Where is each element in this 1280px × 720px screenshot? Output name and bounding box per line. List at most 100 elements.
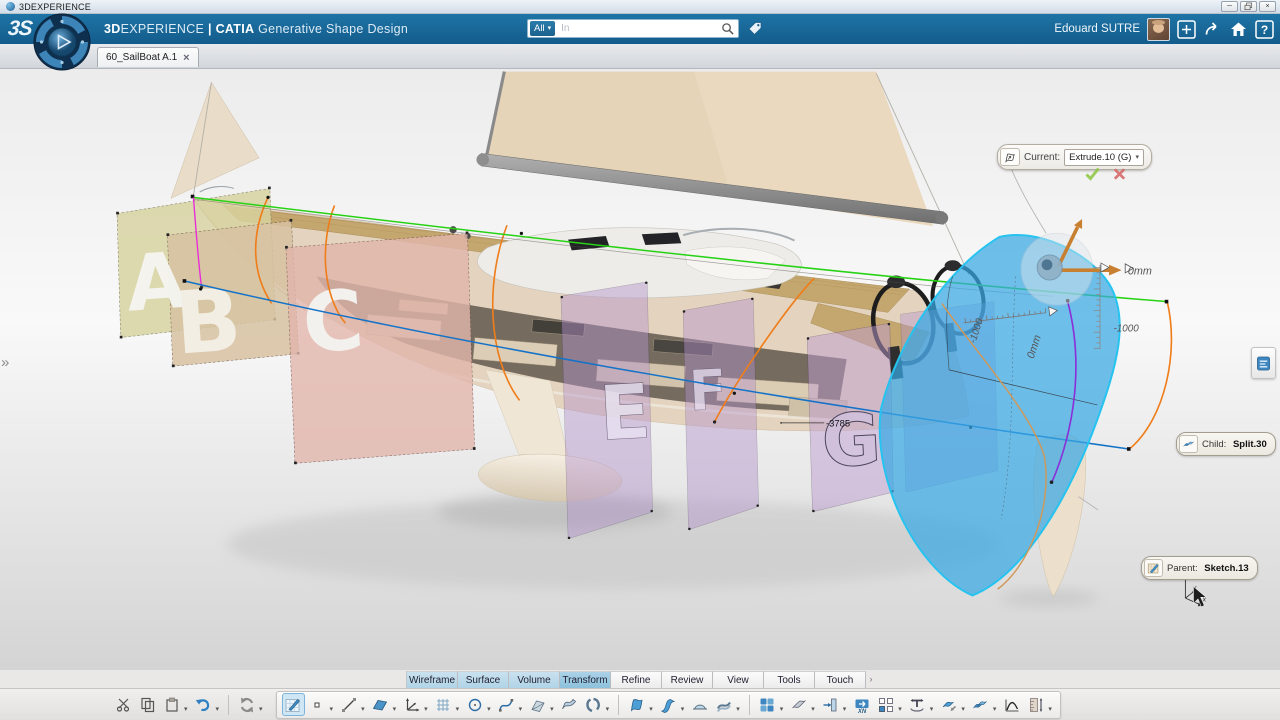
join-button[interactable] [969,693,992,716]
extrude-dropdown-caret[interactable]: ▾ [550,705,554,713]
arrange-dropdown-caret[interactable]: ▾ [898,705,902,713]
section-tab-wireframe[interactable]: Wireframe [407,671,458,688]
search-input[interactable] [557,22,721,36]
revolve-button[interactable] [582,693,605,716]
confirm-check-icon[interactable] [1084,166,1101,182]
section-tab-tools[interactable]: Tools [764,671,815,688]
join-dropdown-caret[interactable]: ▾ [993,705,997,713]
cut-button[interactable] [112,693,135,716]
paste-dropdown-caret[interactable]: ▾ [184,705,188,713]
home-button[interactable] [1229,20,1248,39]
spline-button[interactable] [495,693,518,716]
fill-button[interactable] [688,693,711,716]
left-panel-expander[interactable]: » [1,354,9,371]
revolve-dropdown-caret[interactable]: ▾ [606,705,610,713]
document-tab[interactable]: 60_SailBoat A.1 × [97,47,199,67]
line-button[interactable] [337,693,360,716]
turntable-button[interactable] [906,693,929,716]
drag-arrow-right-icon[interactable] [1109,265,1122,276]
blend-dropdown-caret[interactable]: ▾ [681,705,685,713]
share-arrow-icon [1203,20,1222,39]
sketch-button[interactable] [282,693,305,716]
3dexperience-compass[interactable] [33,13,91,71]
help-button[interactable]: ? [1255,20,1274,39]
update-button[interactable] [235,693,258,716]
xn-button[interactable]: XN [850,693,873,716]
line-dropdown-caret[interactable]: ▾ [361,705,365,713]
user-avatar[interactable] [1147,18,1170,41]
point-button[interactable] [306,693,329,716]
share-button[interactable] [1203,20,1222,39]
measure-button[interactable] [1024,693,1047,716]
copy-button[interactable] [136,693,159,716]
pattern-button[interactable] [756,693,779,716]
plane-button[interactable] [369,693,392,716]
split-dropdown-caret[interactable]: ▾ [649,705,653,713]
extrude-button[interactable] [526,693,549,716]
point-dropdown-caret[interactable]: ▾ [330,705,334,713]
current-feature-dropdown[interactable]: Extrude.10 (G) ▾ [1064,149,1144,166]
section-tab-touch[interactable]: Touch [815,671,866,688]
arrange-button[interactable] [874,693,897,716]
undo-dropdown-caret[interactable]: ▾ [216,705,220,713]
minimize-icon: ─ [1227,2,1232,11]
section-tab-transform[interactable]: Transform [560,671,611,688]
update-dropdown-caret[interactable]: ▾ [259,705,263,713]
3d-viewport[interactable]: A B C E F G [0,68,1280,670]
surface-button[interactable] [787,693,810,716]
law-button[interactable] [1000,693,1023,716]
sweep-button[interactable] [558,693,581,716]
search-icon[interactable] [721,22,734,35]
section-tab-view[interactable]: View [713,671,764,688]
split-button[interactable] [625,693,648,716]
surface-dropdown-caret[interactable]: ▾ [811,705,815,713]
tab-close-icon[interactable]: × [183,53,189,63]
morph-dropdown-caret[interactable]: ▾ [736,705,740,713]
extract-button[interactable] [937,693,960,716]
section-tab-refine[interactable]: Refine [611,671,662,688]
tag-icon[interactable] [746,20,764,37]
robot-manipulator[interactable] [1021,219,1133,305]
extract-dropdown-caret[interactable]: ▾ [961,705,965,713]
pattern-dropdown-caret[interactable]: ▾ [780,705,784,713]
measure-dropdown-caret[interactable]: ▾ [1048,705,1052,713]
paste-button[interactable] [160,693,183,716]
circle-dropdown-caret[interactable]: ▾ [487,705,491,713]
section-tab-review[interactable]: Review [662,671,713,688]
morph-button[interactable] [712,693,735,716]
user-name[interactable]: Edouard SUTRE [1054,23,1140,35]
grid-button[interactable] [432,693,455,716]
tab-overflow-chevron-icon[interactable]: › [866,671,876,688]
toolbar-group-standard: ▾ ▾ ▾ [112,693,266,716]
section-tab-volume[interactable]: Volume [509,671,560,688]
blend-button[interactable] [657,693,680,716]
circle-button[interactable] [463,693,486,716]
search-filter-dropdown[interactable]: All ▾ [530,21,555,36]
feature-mode-icon[interactable] [1000,148,1020,166]
project-button[interactable] [819,693,842,716]
parent-feature-tag[interactable]: Parent: Sketch.13 [1141,556,1258,580]
axis-button[interactable] [400,693,423,716]
svg-text:XN: XN [857,709,867,714]
turntable-icon [908,696,926,714]
law-icon [1003,696,1021,714]
minimize-button[interactable]: ─ [1221,1,1238,12]
help-icon: ? [1255,20,1274,39]
add-content-button[interactable] [1177,20,1196,39]
close-button[interactable]: × [1259,1,1276,12]
plane-dropdown-caret[interactable]: ▾ [393,705,397,713]
model-tree-button[interactable] [1251,347,1276,379]
spline-dropdown-caret[interactable]: ▾ [519,705,523,713]
tree-panel-icon [1256,355,1271,372]
undo-button[interactable] [192,693,215,716]
child-feature-tag[interactable]: Child: Split.30 [1176,432,1276,456]
project-dropdown-caret[interactable]: ▾ [843,705,847,713]
grid-dropdown-caret[interactable]: ▾ [456,705,460,713]
axis-dropdown-caret[interactable]: ▾ [424,705,428,713]
turntable-dropdown-caret[interactable]: ▾ [930,705,934,713]
cancel-x-icon[interactable] [1112,166,1127,182]
restore-button[interactable] [1240,1,1257,12]
section-tab-surface[interactable]: Surface [458,671,509,688]
chevron-down-icon: ▾ [1135,153,1139,161]
question-glyph: ? [1261,23,1268,37]
